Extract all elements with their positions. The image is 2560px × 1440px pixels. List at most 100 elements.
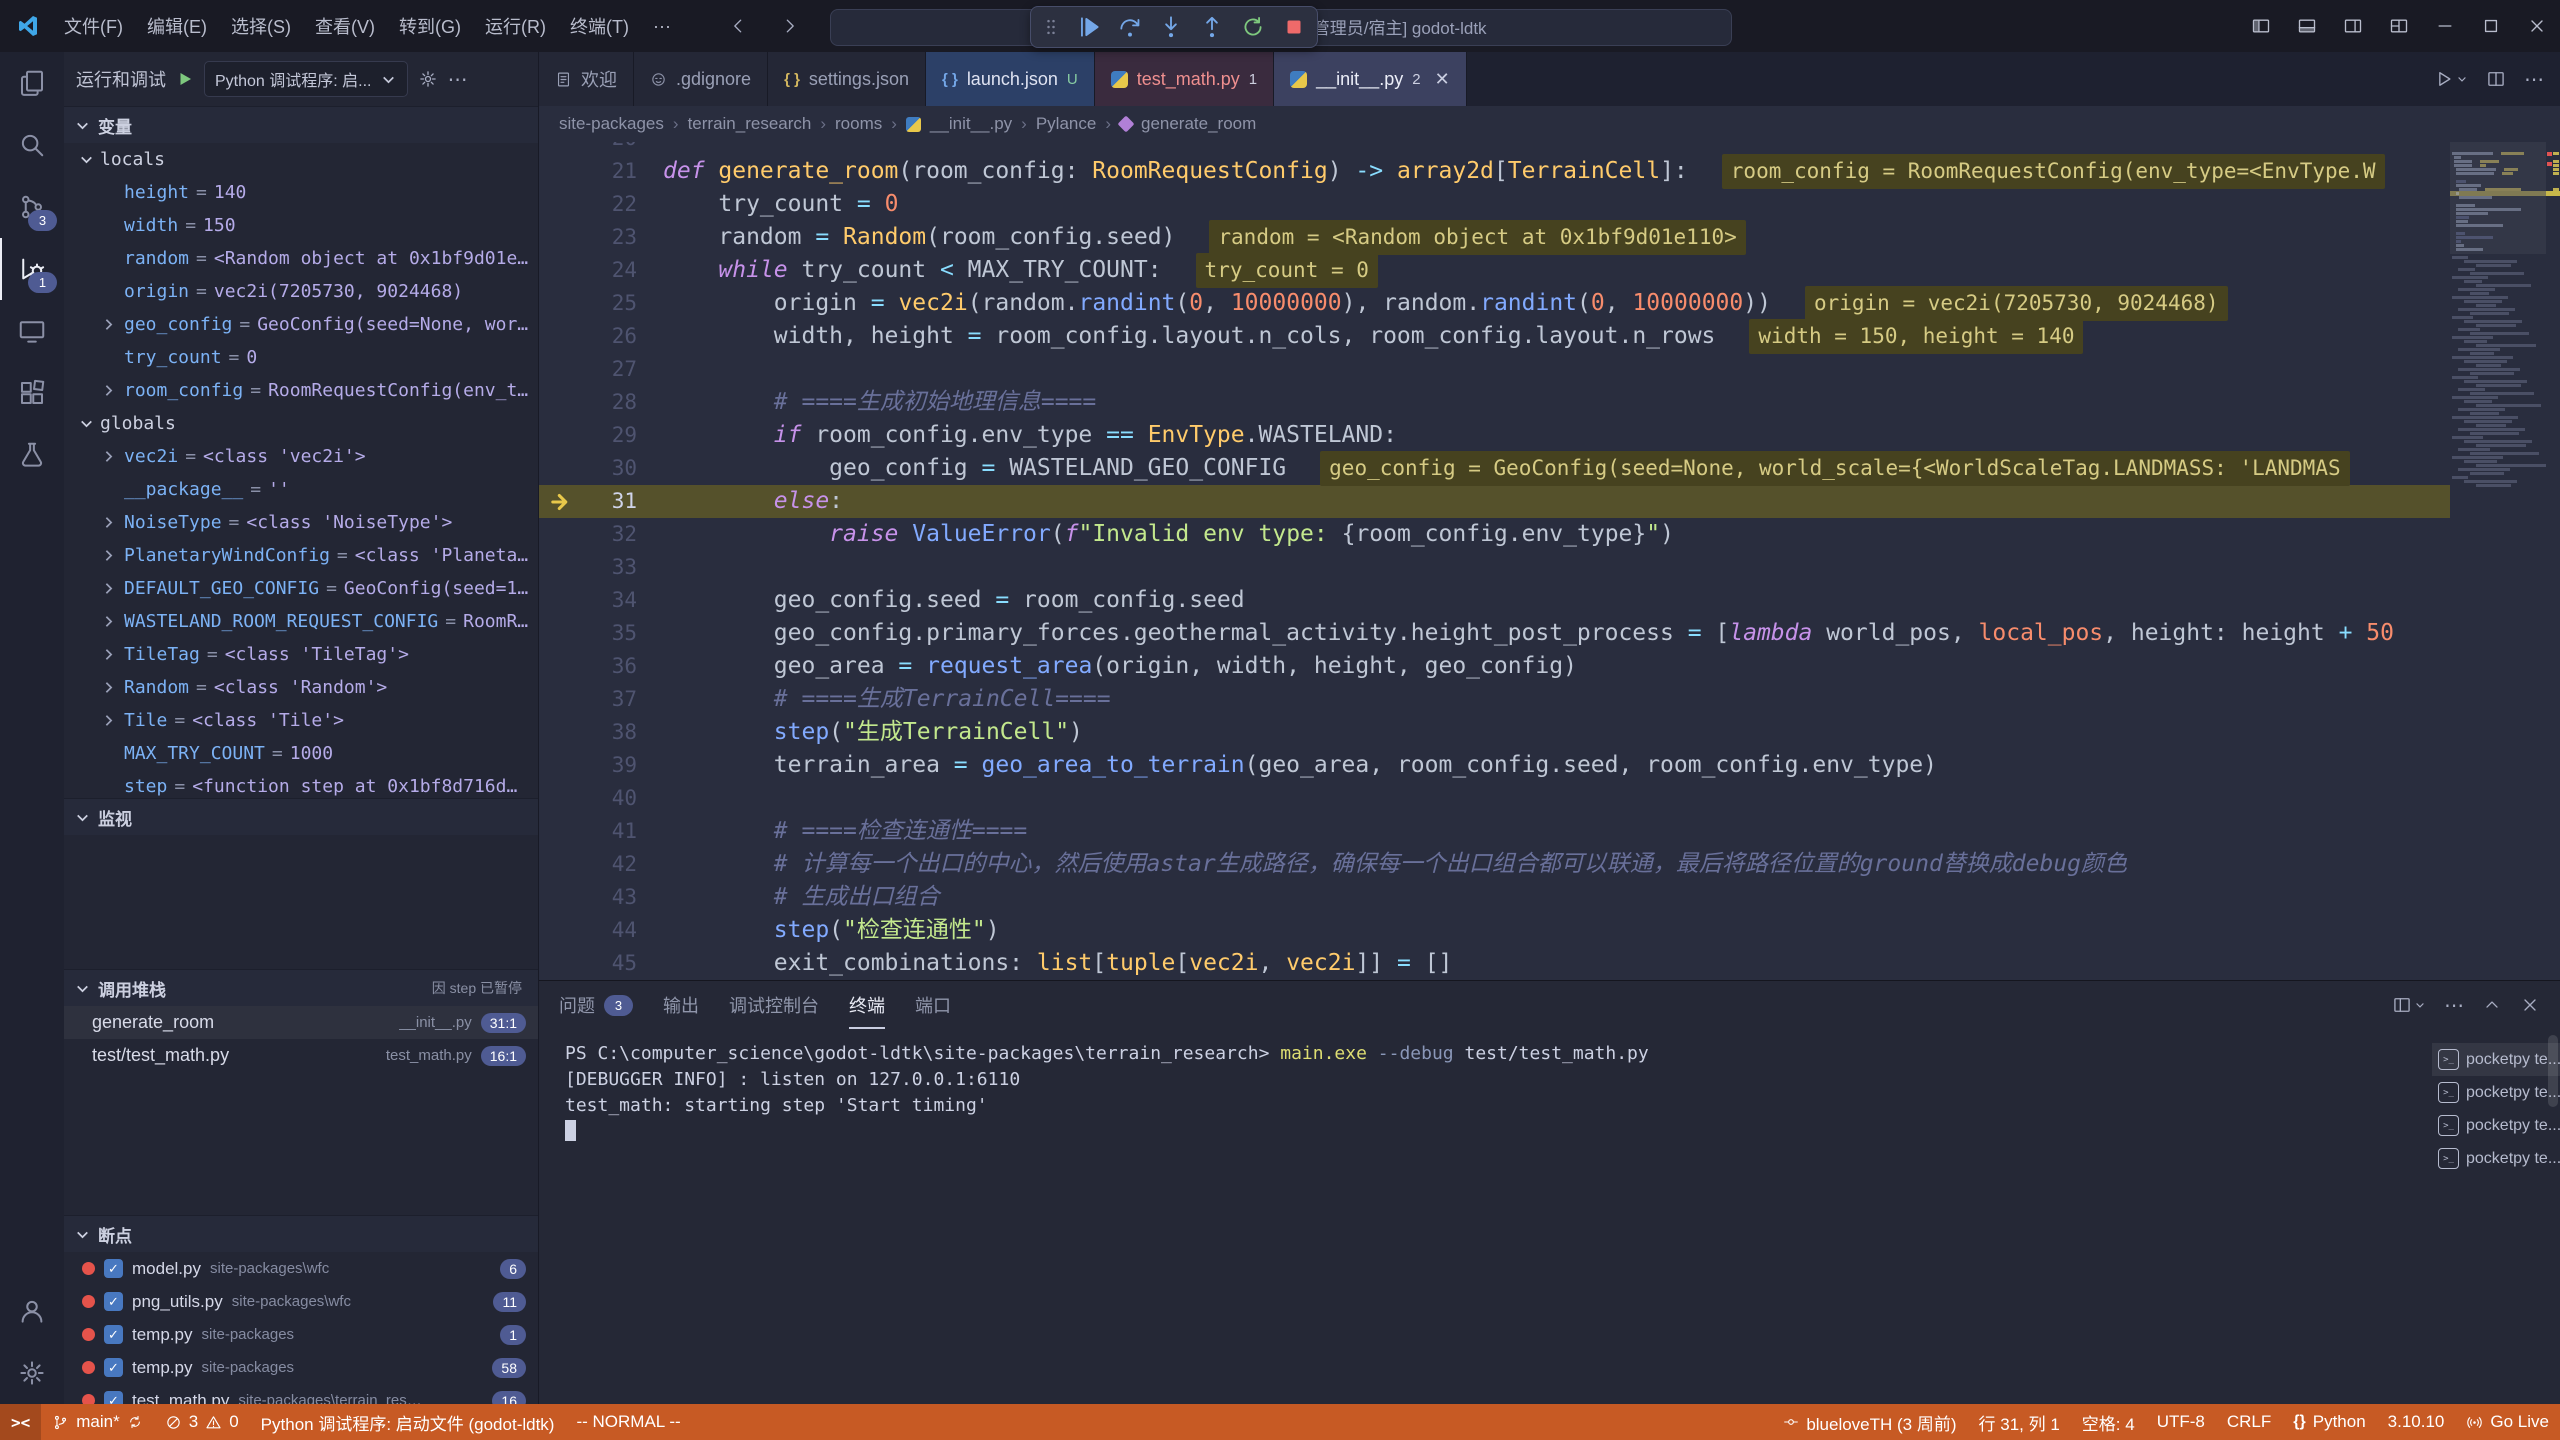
menu-item[interactable]: ··· <box>641 8 683 44</box>
debug-config-dropdown[interactable]: Python 调试程序: 启... <box>204 61 408 97</box>
git-branch-item[interactable]: main* <box>41 1404 153 1440</box>
go-live-item[interactable]: Go Live <box>2455 1404 2560 1440</box>
code-line[interactable]: 44 step("检查连通性") <box>539 914 2450 947</box>
code-line[interactable]: 37 # ====生成TerrainCell==== <box>539 683 2450 716</box>
step-over-button[interactable] <box>1117 14 1143 40</box>
callstack-section-header[interactable]: 调用堆栈 因 step 已暂停 <box>64 969 538 1006</box>
menu-item[interactable]: 转到(G) <box>387 8 473 44</box>
breakpoints-section-header[interactable]: 断点 <box>64 1215 538 1252</box>
tab-init-py[interactable]: __init__.py 2 ✕ <box>1274 52 1467 106</box>
callstack-frame[interactable]: generate_room__init__.py31:1 <box>64 1006 538 1039</box>
breakpoint-row[interactable]: ✓model.pysite-packages\wfc6 <box>64 1252 538 1285</box>
breakpoint-checkbox[interactable]: ✓ <box>104 1391 123 1404</box>
sidebar-item-source-control[interactable]: 3 <box>0 176 64 238</box>
close-panel-icon[interactable] <box>2520 995 2540 1015</box>
settings-button[interactable] <box>0 1342 64 1404</box>
breadcrumb-item[interactable]: __init__.py <box>930 114 1012 134</box>
code-line[interactable]: 45 exit_combinations: list[tuple[vec2i, … <box>539 947 2450 980</box>
tab-debug-console[interactable]: 调试控制台 <box>729 981 819 1029</box>
breakpoint-checkbox[interactable]: ✓ <box>104 1292 123 1311</box>
code-line[interactable]: 29 if room_config.env_type == EnvType.WA… <box>539 419 2450 452</box>
tab-launch-json[interactable]: { } launch.json U <box>926 52 1095 106</box>
forward-icon[interactable] <box>779 16 799 36</box>
code-line[interactable]: 24 while try_count < MAX_TRY_COUNT:try_c… <box>539 254 2450 287</box>
step-out-button[interactable] <box>1199 14 1225 40</box>
variable-row[interactable]: WASTELAND_ROOM_REQUEST_CONFIG=RoomR… <box>64 605 538 638</box>
code-line[interactable]: 26 width, height = room_config.layout.n_… <box>539 320 2450 353</box>
language-mode[interactable]: {}Python <box>2282 1404 2376 1440</box>
python-version[interactable]: 3.10.10 <box>2377 1404 2456 1440</box>
sidebar-item-remote-explorer[interactable] <box>0 300 64 362</box>
panel-scrollbar[interactable] <box>2548 1035 2558 1107</box>
variable-row[interactable]: step=<function step at 0x1bf8d716d… <box>64 770 538 798</box>
more-actions-icon[interactable]: ⋯ <box>448 67 468 92</box>
code-line[interactable]: 31 else: <box>539 485 2450 518</box>
run-file-button[interactable] <box>2434 69 2468 89</box>
tab-terminal[interactable]: 终端 <box>849 981 885 1029</box>
code-line[interactable]: 42 # 计算每一个出口的中心，然后使用astar生成路径，确保每一个出口组合都… <box>539 848 2450 881</box>
sidebar-item-extensions[interactable] <box>0 362 64 424</box>
watch-section-header[interactable]: 监视 <box>64 798 538 835</box>
customize-layout-icon[interactable] <box>2376 0 2422 52</box>
variables-section-header[interactable]: 变量 <box>64 106 538 143</box>
variable-row[interactable]: origin=vec2i(7205730, 9024468) <box>64 275 538 308</box>
accounts-button[interactable] <box>0 1280 64 1342</box>
more-actions-icon[interactable]: ⋯ <box>2444 993 2464 1018</box>
minimize-button[interactable] <box>2422 0 2468 52</box>
code-line[interactable]: 32 raise ValueError(f"Invalid env type: … <box>539 518 2450 551</box>
cursor-position[interactable]: 行 31, 列 1 <box>1968 1404 2071 1440</box>
code-line[interactable]: 33 <box>539 551 2450 584</box>
code-line[interactable]: 22 try_count = 0 <box>539 188 2450 221</box>
variable-row[interactable]: height=140 <box>64 176 538 209</box>
tab-problems[interactable]: 问题3 <box>559 981 633 1029</box>
code-line[interactable]: 25 origin = vec2i(random.randint(0, 1000… <box>539 287 2450 320</box>
debug-status-item[interactable]: Python 调试程序: 启动文件 (godot-ldtk) <box>250 1404 566 1440</box>
sidebar-item-testing[interactable] <box>0 424 64 486</box>
breakpoint-row[interactable]: ✓temp.pysite-packages58 <box>64 1351 538 1384</box>
step-into-button[interactable] <box>1158 14 1184 40</box>
callstack-frame[interactable]: test/test_math.pytest_math.py16:1 <box>64 1039 538 1072</box>
breadcrumb-item[interactable]: terrain_research <box>688 114 812 134</box>
variable-row[interactable]: MAX_TRY_COUNT=1000 <box>64 737 538 770</box>
terminal[interactable]: PS C:\computer_science\godot-ldtk\site-p… <box>539 1029 2432 1404</box>
terminal-tab[interactable]: >_pocketpy te... <box>2432 1142 2560 1175</box>
tab-settings-json[interactable]: { } settings.json <box>768 52 926 106</box>
variable-row[interactable]: geo_config=GeoConfig(seed=None, wor… <box>64 308 538 341</box>
more-actions-icon[interactable]: ⋯ <box>2524 67 2544 92</box>
variable-row[interactable]: Random=<class 'Random'> <box>64 671 538 704</box>
breadcrumb-item[interactable]: Pylance <box>1036 114 1096 134</box>
debug-gear-icon[interactable] <box>418 69 438 89</box>
terminal-tab[interactable]: >_pocketpy te... <box>2432 1076 2560 1109</box>
scope-row-globals[interactable]: globals <box>64 407 538 440</box>
drag-handle-icon[interactable] <box>1041 17 1061 37</box>
breakpoint-checkbox[interactable]: ✓ <box>104 1325 123 1344</box>
variable-row[interactable]: PlanetaryWindConfig=<class 'Planeta… <box>64 539 538 572</box>
toggle-sidebar-icon[interactable] <box>2238 0 2284 52</box>
code-editor[interactable]: 2021def generate_room(room_config: RoomR… <box>539 142 2560 980</box>
split-editor-icon[interactable] <box>2486 69 2506 89</box>
code-line[interactable]: 23 random = Random(room_config.seed)rand… <box>539 221 2450 254</box>
sidebar-item-explorer[interactable] <box>0 52 64 114</box>
toggle-secondary-sidebar-icon[interactable] <box>2330 0 2376 52</box>
remote-indicator[interactable]: >< <box>0 1404 41 1440</box>
tab-gdignore[interactable]: .gdignore <box>634 52 768 106</box>
code-line[interactable]: 40 <box>539 782 2450 815</box>
code-line[interactable]: 35 geo_config.primary_forces.geothermal_… <box>539 617 2450 650</box>
variable-row[interactable]: Tile=<class 'Tile'> <box>64 704 538 737</box>
breakpoint-row[interactable]: ✓temp.pysite-packages1 <box>64 1318 538 1351</box>
code-line[interactable]: 28 # ====生成初始地理信息==== <box>539 386 2450 419</box>
code-line[interactable]: 30 geo_config = WASTELAND_GEO_CONFIGgeo_… <box>539 452 2450 485</box>
breadcrumb-item[interactable]: rooms <box>835 114 882 134</box>
code-line[interactable]: 41 # ====检查连通性==== <box>539 815 2450 848</box>
tab-ports[interactable]: 端口 <box>915 981 951 1029</box>
back-icon[interactable] <box>729 16 749 36</box>
minimap[interactable] <box>2450 142 2546 980</box>
code-line[interactable]: 36 geo_area = request_area(origin, width… <box>539 650 2450 683</box>
variable-row[interactable]: try_count=0 <box>64 341 538 374</box>
gitlens-blame-item[interactable]: blueloveTH (3 周前) <box>1772 1404 1967 1440</box>
breadcrumb-item[interactable]: site-packages <box>559 114 664 134</box>
tab-test-math-py[interactable]: test_math.py 1 <box>1095 52 1274 106</box>
code-line[interactable]: 38 step("生成TerrainCell") <box>539 716 2450 749</box>
eol-sequence[interactable]: CRLF <box>2216 1404 2282 1440</box>
variable-row[interactable]: width=150 <box>64 209 538 242</box>
